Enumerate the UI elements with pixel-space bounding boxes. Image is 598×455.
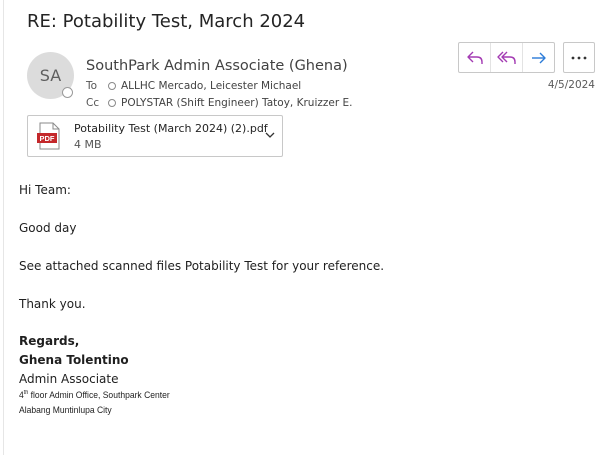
presence-status-icon: [62, 87, 73, 98]
received-date: 4/5/2024: [547, 79, 595, 91]
reply-icon: [466, 51, 483, 64]
address-text: floor Admin Office, Southpark Center: [28, 390, 170, 402]
pdf-badge-text: PDF: [40, 134, 55, 143]
pdf-file-icon: PDF: [37, 122, 60, 150]
signature-name: Ghena Tolentino: [19, 353, 129, 367]
recipient-presence-icon: [108, 99, 116, 107]
body-thanks: Thank you.: [19, 297, 86, 311]
reply-all-button[interactable]: [490, 43, 522, 72]
reading-pane-border: [3, 0, 4, 455]
more-options-button[interactable]: [563, 42, 595, 73]
body-greeting: Hi Team:: [19, 183, 71, 197]
attachment-card[interactable]: PDF Potability Test (March 2024) (2).pdf…: [27, 115, 283, 157]
signature-regards: Regards,: [19, 334, 80, 348]
email-subject: RE: Potability Test, March 2024: [27, 11, 306, 32]
recipient-presence-icon: [108, 82, 116, 90]
signature-title: Admin Associate: [19, 372, 119, 386]
attachment-size: 4 MB: [74, 138, 102, 151]
response-actions: [458, 42, 555, 73]
chevron-down-icon[interactable]: [264, 130, 276, 140]
signature-address-line1: 4th floor Admin Office, Southpark Center: [19, 390, 170, 401]
signature-address-line2: Alabang Muntinlupa City: [19, 405, 112, 416]
forward-button[interactable]: [522, 43, 554, 72]
avatar-initials: SA: [39, 66, 62, 85]
more-options-icon: [571, 56, 587, 59]
to-recipient[interactable]: ALLHC Mercado, Leicester Michael: [121, 80, 301, 92]
to-line: To ALLHC Mercado, Leicester Michael: [86, 80, 301, 92]
cc-label: Cc: [86, 97, 100, 109]
attachment-name: Potability Test (March 2024) (2).pdf: [74, 122, 268, 135]
body-line: Good day: [19, 221, 77, 235]
cc-recipient[interactable]: POLYSTAR (Shift Engineer) Tatoy, Kruizze…: [121, 97, 352, 109]
cc-line: Cc POLYSTAR (Shift Engineer) Tatoy, Krui…: [86, 97, 352, 109]
reply-all-icon: [496, 51, 516, 64]
sender-name[interactable]: SouthPark Admin Associate (Ghena): [86, 58, 348, 74]
forward-icon: [531, 52, 546, 63]
body-line: See attached scanned files Potability Te…: [19, 259, 385, 273]
to-label: To: [86, 80, 98, 92]
reply-button[interactable]: [459, 43, 490, 72]
